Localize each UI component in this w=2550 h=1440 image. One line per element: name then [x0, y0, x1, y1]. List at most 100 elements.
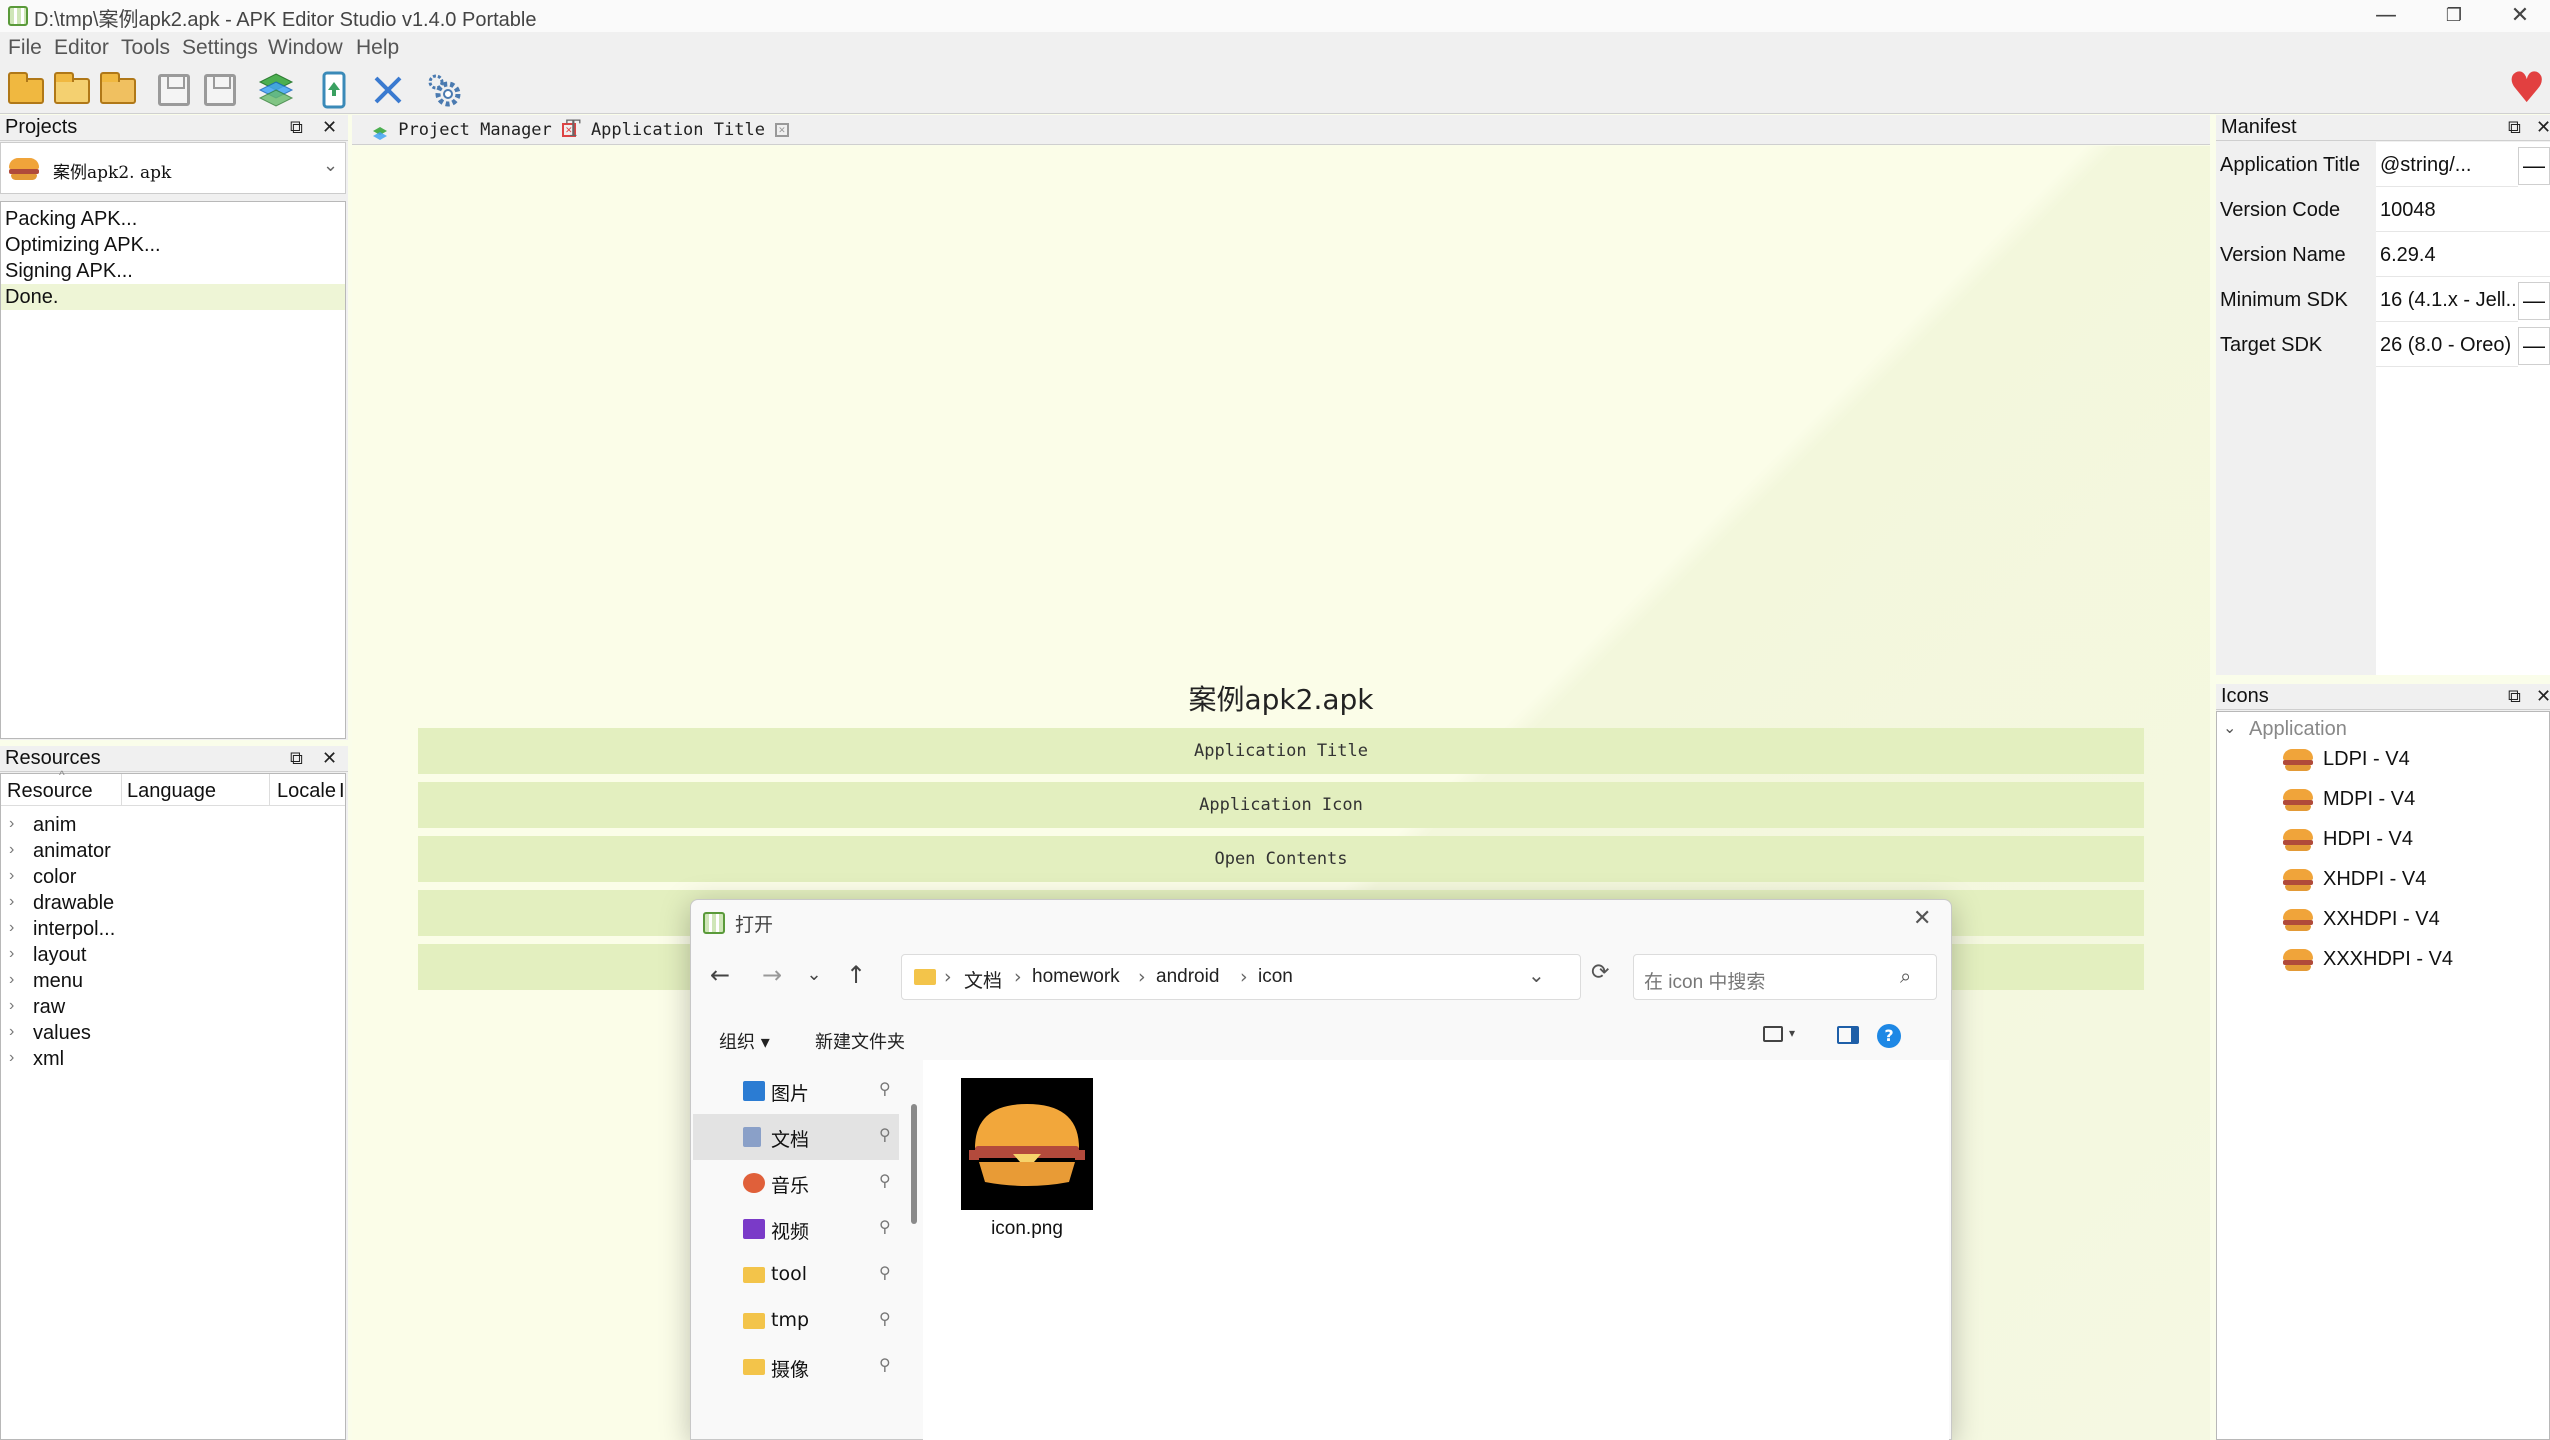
address-bar[interactable]: › 文档 › homework › android › icon ⌄ [901, 954, 1581, 1000]
dock-float-icon[interactable]: ⧉ [2508, 684, 2521, 709]
column-header-resource[interactable]: Resource [7, 780, 93, 803]
nav-item-camera[interactable]: 摄像 ⚲ [693, 1344, 899, 1390]
dock-close-icon[interactable]: ✕ [2536, 684, 2550, 709]
tree-item[interactable]: › values [1, 1022, 345, 1048]
address-history-chevron-icon[interactable]: ⌄ [1528, 963, 1545, 987]
dialog-close-button[interactable]: ✕ [1913, 906, 1931, 931]
manifest-value[interactable]: 16 (4.1.x - Jell... [2376, 280, 2518, 322]
file-item-icon-png[interactable] [961, 1078, 1093, 1210]
chevron-right-icon: › [9, 867, 15, 884]
tree-item[interactable]: › xml [1, 1048, 345, 1074]
install-to-device-button[interactable] [314, 70, 354, 110]
tab-project-manager[interactable]: Project Manager ✕ [372, 115, 576, 145]
forward-button[interactable]: → [757, 960, 787, 990]
nav-item-tool[interactable]: tool ⚲ [693, 1252, 899, 1298]
icon-item[interactable]: XXHDPI - V4 [2217, 900, 2547, 940]
nav-item-label: 音乐 [771, 1175, 810, 1197]
edit-application-title-button[interactable]: — [2518, 147, 2550, 185]
tree-item[interactable]: › animator [1, 840, 345, 866]
icon-item[interactable]: XHDPI - V4 [2217, 860, 2547, 900]
toolbar: ♥ [0, 66, 2550, 114]
tree-item[interactable]: › anim [1, 814, 345, 840]
column-header-locale[interactable]: Locale [277, 780, 336, 803]
nav-item-music[interactable]: 音乐 ⚲ [693, 1160, 899, 1206]
burger-app-icon [2283, 909, 2313, 931]
nav-item-documents[interactable]: 文档 ⚲ [693, 1114, 899, 1160]
manifest-value[interactable]: 6.29.4 [2376, 235, 2550, 277]
menu-help[interactable]: Help [356, 36, 399, 60]
view-options-chevron-icon[interactable]: ▾ [1789, 1026, 1795, 1040]
dock-float-icon[interactable]: ⧉ [290, 746, 303, 771]
breadcrumb-separator-icon: › [944, 966, 952, 988]
save-button[interactable] [154, 70, 194, 110]
icon-item[interactable]: MDPI - V4 [2217, 780, 2547, 820]
menu-settings[interactable]: Settings [182, 36, 258, 60]
open-contents-button[interactable]: Open Contents [418, 836, 2144, 882]
breadcrumb-item[interactable]: icon [1258, 966, 1293, 988]
help-icon[interactable]: ? [1877, 1024, 1901, 1048]
project-selector[interactable]: 案例apk2. apk ⌄ [0, 142, 346, 194]
tree-item[interactable]: › drawable [1, 892, 345, 918]
manifest-key: Application Title [2220, 154, 2361, 176]
tree-item[interactable]: › layout [1, 944, 345, 970]
dock-close-icon[interactable]: ✕ [322, 746, 337, 771]
nav-scrollbar[interactable] [911, 1104, 917, 1224]
menu-editor[interactable]: Editor [54, 36, 109, 60]
new-folder-button[interactable]: 新建文件夹 [815, 1028, 905, 1054]
manifest-value[interactable]: 26 (8.0 - Oreo) [2376, 325, 2518, 367]
tab-application-title[interactable]: T Application Title ✕ [566, 115, 789, 145]
menu-file[interactable]: File [8, 36, 42, 60]
column-header-language[interactable]: Language [127, 780, 216, 803]
edit-minimum-sdk-button[interactable]: — [2518, 282, 2550, 320]
nav-item-tmp[interactable]: tmp ⚲ [693, 1298, 899, 1344]
icon-item[interactable]: XXXHDPI - V4 [2217, 940, 2547, 980]
open-apk-button[interactable] [6, 70, 46, 110]
manifest-value[interactable]: @string/... [2376, 145, 2518, 187]
application-icon-button[interactable]: Application Icon [418, 782, 2144, 828]
tree-item[interactable]: › menu [1, 970, 345, 996]
edit-target-sdk-button[interactable]: — [2518, 327, 2550, 365]
application-title-button[interactable]: Application Title [418, 728, 2144, 774]
maximize-button[interactable]: ❐ [2424, 0, 2484, 32]
editor-tabs: Project Manager ✕ T Application Title ✕ [352, 115, 2210, 145]
organize-menu[interactable]: 组织 ▾ [719, 1028, 770, 1054]
dock-close-icon[interactable]: ✕ [2536, 115, 2550, 140]
dock-float-icon[interactable]: ⧉ [290, 115, 303, 140]
manifest-value[interactable]: 10048 [2376, 190, 2550, 232]
manifest-row: Version Code 10048 [2216, 190, 2550, 234]
breadcrumb-item[interactable]: android [1156, 966, 1219, 988]
burger-app-icon [2283, 869, 2313, 891]
nav-item-videos[interactable]: 视频 ⚲ [693, 1206, 899, 1252]
preview-pane-icon[interactable] [1837, 1026, 1859, 1044]
tree-item[interactable]: › color [1, 866, 345, 892]
minimize-button[interactable]: — [2356, 0, 2416, 32]
up-folder-button[interactable]: ↑ [841, 960, 871, 990]
donate-heart-icon[interactable]: ♥ [2508, 67, 2548, 109]
tab-close-icon[interactable]: ✕ [774, 123, 789, 137]
view-mode-icon[interactable] [1763, 1026, 1783, 1042]
refresh-icon[interactable]: ⟳ [1591, 960, 1609, 985]
tree-item[interactable]: › interpol... [1, 918, 345, 944]
recent-locations-chevron-icon[interactable]: ⌄ [799, 960, 829, 990]
dialog-title: 打开 [735, 914, 774, 936]
install-apk-button[interactable] [98, 70, 138, 110]
tree-item[interactable]: › raw [1, 996, 345, 1022]
project-manager-button[interactable] [256, 70, 296, 110]
close-apk-button[interactable] [368, 70, 408, 110]
dock-float-icon[interactable]: ⧉ [2508, 115, 2521, 140]
menu-tools[interactable]: Tools [121, 36, 170, 60]
nav-item-pictures[interactable]: 图片 ⚲ [693, 1068, 899, 1114]
menu-window[interactable]: Window [268, 36, 343, 60]
breadcrumb-item[interactable]: homework [1032, 966, 1120, 988]
open-project-button[interactable] [52, 70, 92, 110]
icon-item[interactable]: LDPI - V4 [2217, 740, 2547, 780]
dock-close-icon[interactable]: ✕ [322, 115, 337, 140]
column-header-overflow[interactable]: I [339, 780, 345, 803]
settings-button[interactable] [424, 70, 464, 110]
breadcrumb-item[interactable]: 文档 [964, 966, 1002, 993]
close-window-button[interactable]: ✕ [2490, 0, 2550, 32]
icon-item[interactable]: HDPI - V4 [2217, 820, 2547, 860]
search-input[interactable]: 在 icon 中搜索 ⌕ [1633, 954, 1937, 1000]
save-as-button[interactable] [200, 70, 240, 110]
back-button[interactable]: ← [705, 960, 735, 990]
